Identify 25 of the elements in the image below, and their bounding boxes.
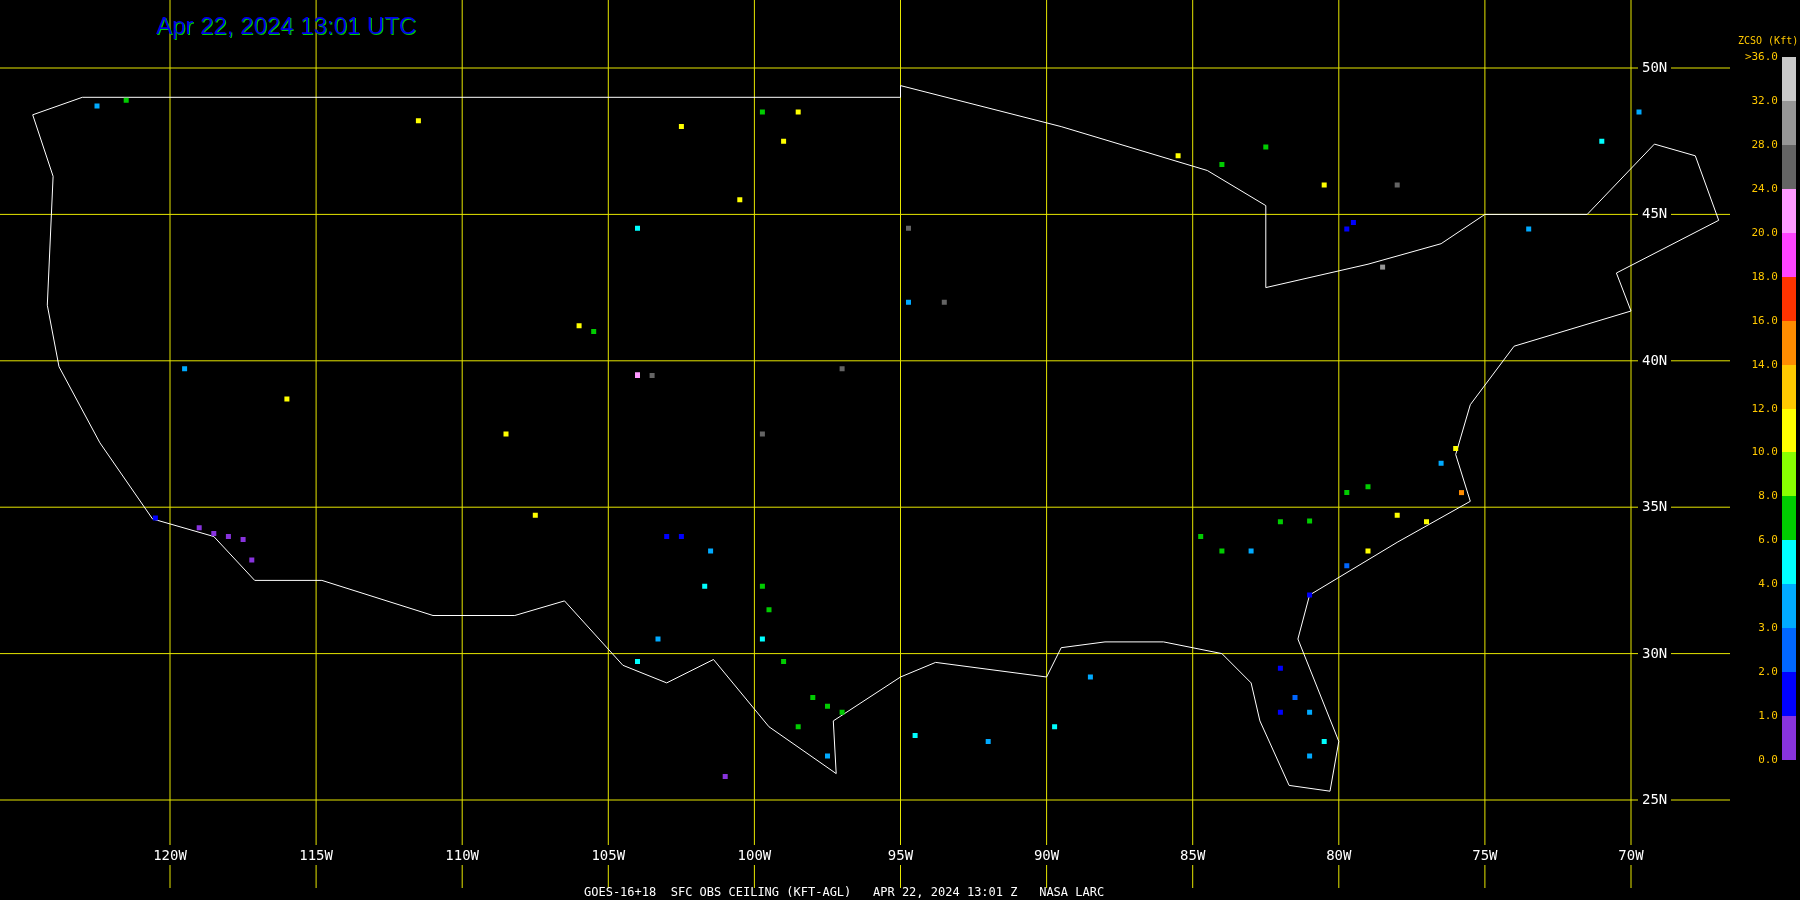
legend-label: 1.0 [1758, 710, 1778, 722]
latitude-label: 35N [1638, 499, 1672, 514]
latitude-label: 30N [1638, 645, 1672, 660]
legend-label: 10.0 [1751, 446, 1778, 458]
legend-label: 28.0 [1751, 138, 1778, 150]
legend-label: 14.0 [1751, 358, 1778, 370]
footer-caption: GOES-16+18 SFC OBS CEILING (KFT-AGL) APR 22, 2024 13:01 Z NASA LARC [584, 886, 1105, 898]
legend-label: 0.0 [1758, 754, 1778, 765]
legend-label: 20.0 [1751, 226, 1778, 238]
legend-label: 32.0 [1751, 94, 1778, 106]
legend-title: ZCSO (Kft) [1738, 36, 1799, 46]
legend-label: >36.0 [1744, 51, 1778, 62]
legend-label: 12.0 [1751, 402, 1778, 414]
legend-label: 3.0 [1758, 622, 1778, 634]
latitude-label: 25N [1638, 792, 1672, 806]
latitude-label: 45N [1638, 206, 1672, 221]
legend-label: 16.0 [1751, 314, 1778, 326]
legend-label: 4.0 [1758, 578, 1778, 590]
legend-label: 18.0 [1751, 270, 1778, 282]
legend-label: 2.0 [1758, 666, 1778, 678]
latitude-label: 40N [1638, 352, 1672, 367]
legend-label: 24.0 [1751, 182, 1778, 194]
legend-label: 6.0 [1758, 534, 1778, 546]
latitude-label: 50N [1638, 60, 1672, 74]
legend-label: 8.0 [1758, 490, 1778, 502]
